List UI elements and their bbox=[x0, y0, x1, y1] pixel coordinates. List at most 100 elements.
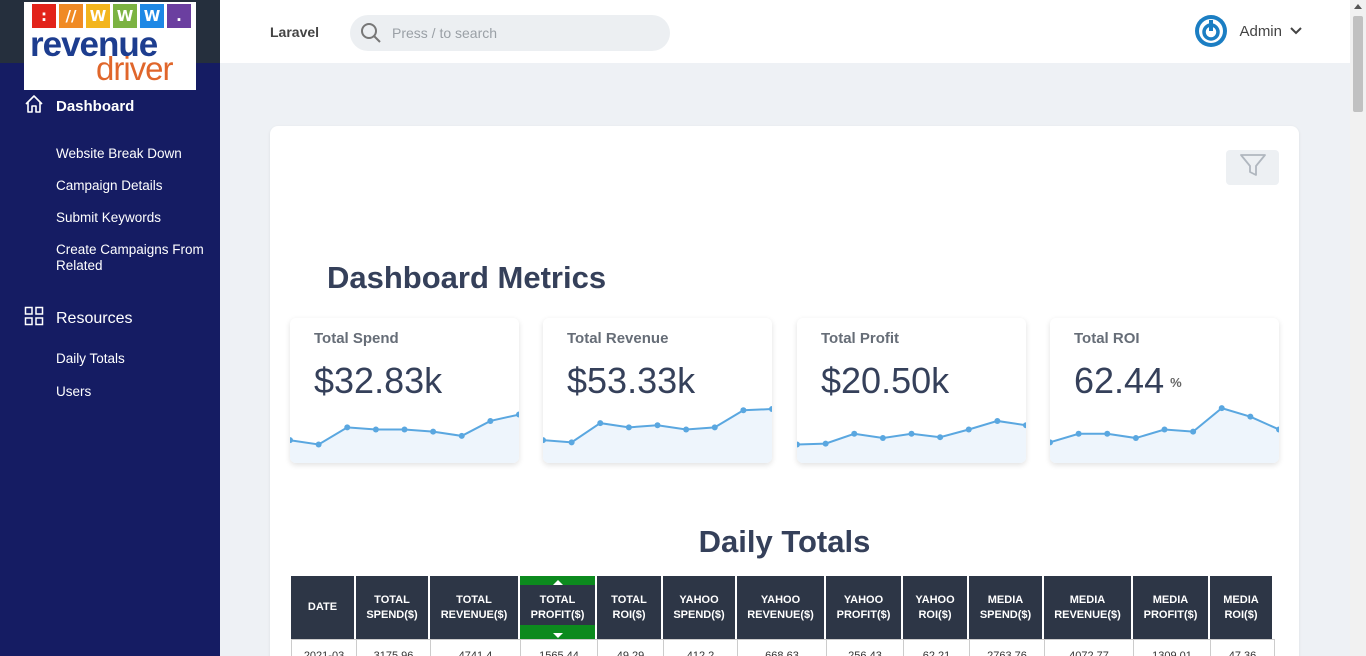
page-scrollbar[interactable] bbox=[1350, 0, 1366, 656]
column-header-line: REVENUE($) bbox=[747, 608, 814, 621]
column-header-line: TOTAL bbox=[456, 593, 492, 606]
sparkline-point bbox=[1161, 426, 1168, 433]
sidebar-item-submit-keywords[interactable]: Submit Keywords bbox=[56, 210, 206, 226]
column-header-line: ROI($) bbox=[1224, 608, 1258, 621]
table-cell: 2763.76 bbox=[970, 639, 1045, 656]
sidebar-section-dashboard[interactable]: Dashboard bbox=[24, 94, 134, 118]
table-cell: 1309.01 bbox=[1134, 639, 1211, 656]
metric-value: $53.33k bbox=[567, 360, 696, 401]
search-input[interactable] bbox=[392, 15, 652, 51]
column-header-label: TOTAL PROFIT($) bbox=[531, 593, 585, 623]
sparkline-point bbox=[683, 426, 690, 433]
logo-text-driver: driver bbox=[96, 50, 174, 87]
column-header-label: TOTAL ROI($) bbox=[611, 593, 647, 623]
sidebar-resources-label: Resources bbox=[56, 309, 133, 327]
scrollbar-thumb[interactable] bbox=[1353, 16, 1363, 112]
column-header[interactable]: YAHOO SPEND($) bbox=[663, 576, 735, 639]
sparkline-point bbox=[879, 435, 886, 442]
table-cell: 412.2 bbox=[664, 639, 738, 656]
column-header-line: ROI($) bbox=[918, 608, 952, 621]
column-header-label: YAHOO ROI($) bbox=[915, 593, 954, 623]
sparkline-area bbox=[1050, 408, 1279, 463]
column-header[interactable]: MEDIA REVENUE($) bbox=[1044, 576, 1131, 639]
daily-totals-title: Daily Totals bbox=[698, 524, 871, 559]
sparkline-point bbox=[568, 439, 575, 446]
column-header-line: YAHOO bbox=[760, 593, 801, 606]
sidebar-section-resources[interactable]: Resources bbox=[24, 306, 132, 331]
column-header-line: TOTAL bbox=[374, 593, 410, 606]
column-header-line: MEDIA bbox=[1069, 593, 1106, 606]
page-title: Dashboard Metrics bbox=[327, 260, 607, 295]
column-header-line: PROFIT($) bbox=[530, 608, 585, 621]
sidebar-dashboard-label: Dashboard bbox=[56, 97, 135, 115]
scroll-up-arrow-icon[interactable] bbox=[1354, 4, 1362, 9]
column-header[interactable]: YAHOO PROFIT($) bbox=[826, 576, 901, 639]
sparkline-point bbox=[851, 430, 858, 437]
user-menu[interactable]: Admin bbox=[1195, 15, 1302, 47]
sparkline-area bbox=[543, 408, 772, 463]
metric-card-total-profit: Total Profit $20.50k bbox=[797, 318, 1026, 463]
search-box[interactable] bbox=[350, 15, 670, 51]
column-header-line: SPEND($) bbox=[673, 608, 725, 621]
sparkline-point bbox=[1075, 430, 1082, 437]
sparkline-chart bbox=[543, 405, 772, 463]
sparkline-point bbox=[1104, 430, 1111, 437]
logo-square: . bbox=[167, 4, 191, 28]
table-row[interactable]: 2021-03 3175.96 4741.4 1565.44 49.29 412.2 668… bbox=[291, 639, 1279, 656]
table-cell: 47.36 bbox=[1211, 639, 1275, 656]
sidebar-item-daily-totals[interactable]: Daily Totals bbox=[56, 351, 206, 367]
dashboard-card: Dashboard Metrics Total Spend $32.83k To… bbox=[270, 126, 1299, 656]
filter-button[interactable] bbox=[1226, 150, 1279, 185]
sidebar-item-create-campaigns[interactable]: Create Campaigns From Related bbox=[56, 242, 206, 274]
sparkline-point bbox=[994, 417, 1001, 424]
sparkline-point bbox=[711, 424, 718, 431]
brand-link[interactable]: Laravel bbox=[270, 24, 319, 40]
sparkline-point bbox=[458, 432, 465, 439]
column-header-line: REVENUE($) bbox=[1054, 608, 1121, 621]
column-header-line: PROFIT($) bbox=[1143, 608, 1198, 621]
grid-icon bbox=[24, 306, 56, 331]
column-header-label: YAHOO SPEND($) bbox=[673, 593, 724, 623]
sparkline-point bbox=[625, 424, 632, 431]
table-cell: 668.63 bbox=[738, 639, 827, 656]
metric-card-total-roi: Total ROI 62.44% bbox=[1050, 318, 1279, 463]
column-header[interactable]: YAHOO ROI($) bbox=[903, 576, 967, 639]
column-header[interactable]: TOTAL REVENUE($) bbox=[430, 576, 518, 639]
sparkline-area bbox=[290, 414, 519, 463]
column-header-line: SPEND($) bbox=[366, 608, 418, 621]
power-icon bbox=[1199, 19, 1224, 43]
column-header-label: TOTAL REVENUE($) bbox=[441, 593, 508, 623]
column-header-line: YAHOO bbox=[915, 593, 955, 606]
sidebar-item-campaign-details[interactable]: Campaign Details bbox=[56, 178, 206, 194]
column-header[interactable]: MEDIA SPEND($) bbox=[969, 576, 1042, 639]
metric-label: Total Revenue bbox=[567, 330, 669, 347]
column-header[interactable]: DATE bbox=[291, 576, 354, 639]
column-header-label: TOTAL SPEND($) bbox=[366, 593, 417, 623]
column-header-line: PROFIT($) bbox=[836, 608, 891, 621]
chevron-down-icon bbox=[1290, 22, 1302, 40]
column-header[interactable]: MEDIA PROFIT($) bbox=[1133, 576, 1208, 639]
column-header[interactable]: TOTAL ROI($) bbox=[597, 576, 661, 639]
table-cell: 4741.4 bbox=[431, 639, 521, 656]
sparkline-point bbox=[937, 434, 944, 441]
sparkline-point bbox=[487, 417, 494, 424]
column-header[interactable]: MEDIA ROI($) bbox=[1210, 576, 1272, 639]
column-header[interactable]: YAHOO REVENUE($) bbox=[737, 576, 824, 639]
column-header[interactable]: TOTAL SPEND($) bbox=[356, 576, 428, 639]
table-cell: 1565.44 bbox=[521, 639, 598, 656]
metric-label: Total Spend bbox=[314, 330, 399, 347]
revenue-driver-logo[interactable]: ://W W W. revenue driver bbox=[24, 2, 196, 90]
sparkline-point bbox=[654, 422, 661, 429]
table-body: 2021-03 3175.96 4741.4 1565.44 49.29 412.2 668… bbox=[291, 639, 1279, 656]
column-header-line: YAHOO bbox=[843, 593, 884, 606]
column-header[interactable]: TOTAL PROFIT($) bbox=[520, 576, 595, 639]
sidebar-item-website-break-down[interactable]: Website Break Down bbox=[56, 146, 206, 162]
sparkline-point bbox=[1132, 435, 1139, 442]
sidebar-item-users[interactable]: Users bbox=[56, 384, 206, 400]
column-header-line: TOTAL bbox=[539, 593, 576, 606]
sparkline-point bbox=[401, 426, 408, 433]
column-header-line: YAHOO bbox=[679, 593, 719, 606]
sparkline-point bbox=[344, 424, 351, 431]
sort-down-icon bbox=[552, 633, 563, 638]
sort-up-icon bbox=[552, 580, 563, 585]
